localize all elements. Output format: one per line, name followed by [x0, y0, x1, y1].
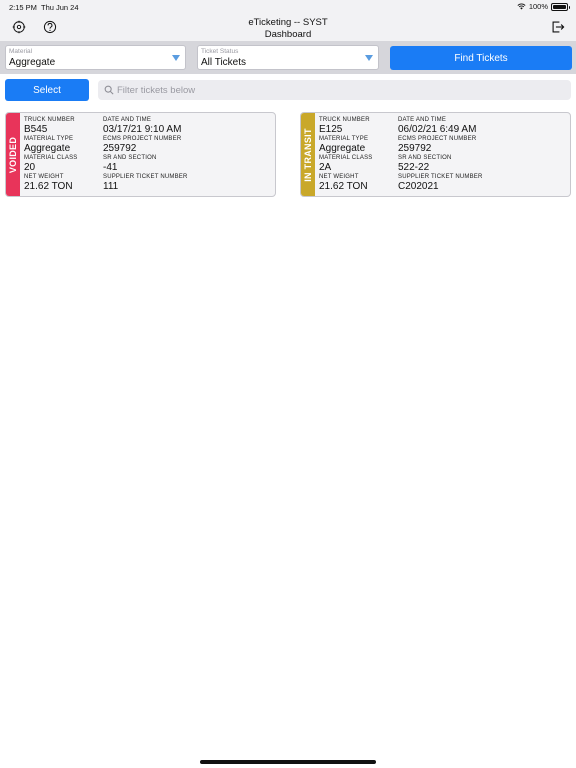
ticket-status-picker[interactable]: Ticket Status All Tickets [197, 45, 379, 70]
status-date: Thu Jun 24 [41, 3, 79, 12]
chevron-down-icon [365, 55, 373, 61]
ticket-card[interactable]: VOIDED TRUCK NUMBER B545 DATE AND TIME 0… [5, 112, 276, 197]
truck-number-field: TRUCK NUMBER B545 [24, 117, 75, 135]
filter-bar: Material Aggregate Ticket Status All Tic… [0, 41, 576, 74]
wifi-icon [517, 3, 526, 10]
net-weight-field: NET WEIGHT 21.62 TON [24, 174, 73, 192]
screen-title: Dashboard [264, 29, 312, 40]
filter-search-box[interactable] [98, 80, 571, 100]
material-type-field: MATERIAL TYPE Aggregate [319, 136, 369, 154]
status-time: 2:15 PM [9, 3, 37, 12]
logout-icon[interactable] [551, 20, 565, 34]
ecms-project-field: ECMS PROJECT NUMBER 259792 [398, 136, 477, 154]
net-weight-field: NET WEIGHT 21.62 TON [319, 174, 368, 192]
sr-section-field: SR AND SECTION -41 [103, 155, 157, 173]
nav-bar: eTicketing -- SYST Dashboard [0, 14, 576, 41]
find-tickets-button[interactable]: Find Tickets [390, 46, 572, 70]
ticket-status-stripe: VOIDED [6, 113, 20, 196]
supplier-ticket-field: SUPPLIER TICKET NUMBER C202021 [398, 174, 483, 192]
page-title: eTicketing -- SYST Dashboard [0, 17, 576, 41]
ticket-status-label: VOIDED [8, 136, 18, 173]
filter-tickets-input[interactable] [117, 80, 557, 100]
search-icon [104, 85, 114, 95]
material-picker[interactable]: Material Aggregate [5, 45, 186, 70]
home-indicator[interactable] [200, 760, 376, 764]
ticket-card[interactable]: IN TRANSIT TRUCK NUMBER E125 DATE AND TI… [300, 112, 571, 197]
status-bar: 2:15 PM Thu Jun 24 100% [0, 0, 576, 14]
material-class-field: MATERIAL CLASS 20 [24, 155, 78, 173]
material-picker-value: Aggregate [9, 57, 56, 68]
material-type-field: MATERIAL TYPE Aggregate [24, 136, 74, 154]
date-time-field: DATE AND TIME 03/17/21 9:10 AM [103, 117, 182, 135]
select-button[interactable]: Select [5, 79, 89, 101]
date-time-field: DATE AND TIME 06/02/21 6:49 AM [398, 117, 477, 135]
ticket-status-picker-value: All Tickets [201, 57, 247, 68]
ticket-status-stripe: IN TRANSIT [301, 113, 315, 196]
supplier-ticket-field: SUPPLIER TICKET NUMBER 111 [103, 174, 188, 192]
material-picker-label: Material [9, 48, 33, 55]
chevron-down-icon [172, 55, 180, 61]
ticket-status-picker-label: Ticket Status [201, 48, 239, 55]
truck-number-field: TRUCK NUMBER E125 [319, 117, 370, 135]
status-indicators: 100% [517, 2, 570, 11]
ticket-status-label: IN TRANSIT [303, 127, 313, 182]
battery-icon [551, 2, 570, 11]
battery-percent: 100% [528, 2, 548, 11]
material-class-field: MATERIAL CLASS 2A [319, 155, 373, 173]
ecms-project-field: ECMS PROJECT NUMBER 259792 [103, 136, 182, 154]
sr-section-field: SR AND SECTION 522-22 [398, 155, 452, 173]
app-title: eTicketing -- SYST [248, 17, 328, 28]
